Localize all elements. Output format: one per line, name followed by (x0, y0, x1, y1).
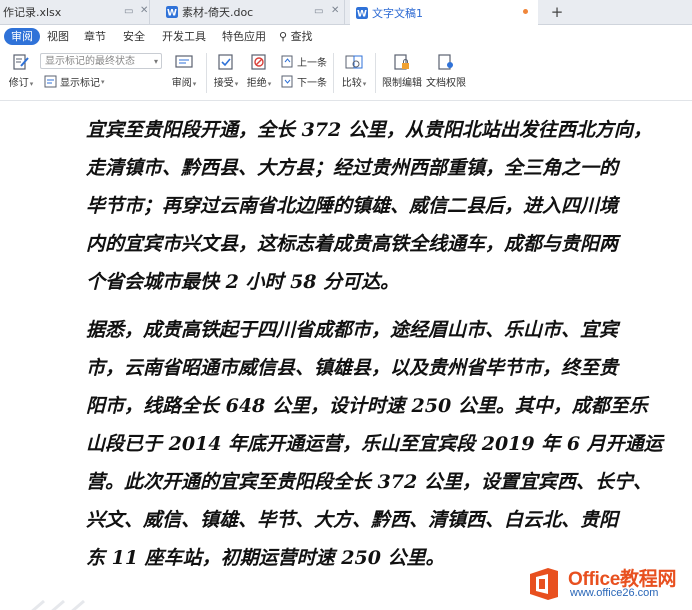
menu-search[interactable]: ⚲ 查找 (279, 28, 313, 45)
text-line: 兴文、威信、镇雄、毕节、大方、黔西、清镇西、白云北、贵阳 (86, 509, 619, 531)
watermark-url: www.office26.com (570, 587, 659, 599)
divider (375, 53, 376, 93)
office-logo-icon (530, 568, 558, 600)
text-line: 据悉，成贵高铁起于四川省成都市，途经眉山市、乐山市、宜宾 (86, 319, 619, 341)
svg-text:W: W (167, 9, 177, 19)
tab-title: 作记录.xlsx (3, 6, 62, 19)
close-icon[interactable]: ✕ (140, 5, 148, 16)
document-permissions-button[interactable]: 文档权限 (425, 53, 467, 89)
menu-security[interactable]: 安全 (123, 28, 145, 45)
menu-chapter[interactable]: 章节 (84, 28, 106, 45)
compare-button[interactable]: 比较▾ (339, 53, 369, 89)
next-icon (281, 75, 293, 88)
text-line: 东 11 座车站，初期运营时速 250 公里。 (86, 547, 445, 569)
track-changes-icon (13, 54, 29, 70)
menu-features[interactable]: 特色应用 (222, 28, 266, 45)
page-edge-decoration (31, 599, 85, 610)
unsaved-dot-icon (523, 9, 528, 14)
previous-change-button[interactable]: 上一条 (281, 54, 327, 69)
text-line: 山段已于 2014 年底开通运营，乐山至宜宾段 2019 年 6 月开通运 (86, 433, 663, 455)
previous-icon (281, 55, 293, 68)
svg-text:W: W (357, 9, 367, 19)
text-line: 毕节市；再穿过云南省北边陲的镇雄、威信二县后，进入四川境 (86, 195, 619, 217)
review-button[interactable]: 审阅▾ (170, 53, 198, 89)
text-line: 内的宜宾市兴文县，这标志着成贵高铁全线通车，成都与贵阳两 (86, 233, 619, 255)
monitor-icon[interactable]: ▭ (124, 6, 133, 17)
search-icon: ⚲ (279, 30, 288, 43)
text-line: 宜宾至贵阳段开通，全长 372 公里，从贵阳北站出发往西北方向， (86, 119, 652, 141)
tab-bar: 作记录.xlsx ▭ ✕ W 素材-倚天.doc ▭ ✕ W 文字文稿1 + (0, 0, 692, 25)
document-paragraph-1[interactable]: 宜宾至贵阳段开通，全长 372 公里，从贵阳北站出发往西北方向， 走清镇市、黔西… (86, 111, 652, 301)
track-changes-button[interactable]: 修订▾ (6, 53, 36, 89)
new-tab-button[interactable]: + (546, 1, 568, 23)
text-line: 走清镇市、黔西县、大方县；经过贵州西部重镇，全三角之一的 (86, 157, 619, 179)
reject-icon (251, 54, 266, 70)
tab-document-active[interactable]: W 文字文稿1 (350, 0, 538, 25)
monitor-icon[interactable]: ▭ (314, 6, 323, 17)
tab-xlsx[interactable]: 作记录.xlsx ▭ ✕ (0, 0, 150, 24)
document-canvas[interactable]: 宜宾至贵阳段开通，全长 372 公里，从贵阳北站出发往西北方向， 走清镇市、黔西… (0, 101, 692, 610)
tab-title: 素材-倚天.doc (182, 6, 254, 19)
next-change-button[interactable]: 下一条 (281, 74, 327, 89)
restrict-editing-icon (394, 54, 409, 70)
text-line: 个省会城市最快 2 小时 58 分可达。 (86, 271, 400, 293)
text-line: 市，云南省昭通市威信县、镇雄县，以及贵州省毕节市，终至贵 (86, 357, 619, 379)
menu-developer[interactable]: 开发工具 (162, 28, 206, 45)
show-markup-icon (44, 75, 57, 88)
restrict-editing-button[interactable]: 限制编辑 (381, 53, 423, 89)
menu-bar: 审阅 视图 章节 安全 开发工具 特色应用 ⚲ 查找 (0, 25, 692, 47)
compare-icon (345, 55, 363, 69)
chevron-down-icon: ▾ (153, 57, 158, 66)
menu-view[interactable]: 视图 (47, 28, 69, 45)
tab-title: 文字文稿1 (372, 6, 423, 20)
watermark: Office教程网 www.office26.com (526, 563, 692, 605)
close-icon[interactable]: ✕ (331, 5, 339, 16)
text-line: 营。此次开通的宜宾至贵阳段全长 372 公里，设置宜宾西、长宁、 (86, 471, 652, 493)
divider (333, 53, 334, 93)
review-icon (175, 55, 193, 68)
display-status-select[interactable]: 显示标记的最终状态 ▾ (40, 53, 162, 69)
writer-doc-icon: W (356, 6, 368, 19)
writer-doc-icon: W (166, 6, 178, 18)
tab-doc[interactable]: W 素材-倚天.doc ▭ ✕ (160, 0, 345, 24)
divider (206, 53, 207, 93)
menu-review[interactable]: 审阅 (4, 28, 40, 45)
show-markup-button[interactable]: 显示标记 ▾ (44, 74, 105, 89)
accept-icon (218, 54, 233, 70)
document-permissions-icon (438, 54, 453, 70)
accept-button[interactable]: 接受▾ (211, 53, 241, 89)
document-paragraph-2[interactable]: 据悉，成贵高铁起于四川省成都市，途经眉山市、乐山市、宜宾 市，云南省昭通市威信县… (86, 311, 663, 577)
reject-button[interactable]: 拒绝▾ (244, 53, 274, 89)
review-toolbar: 修订▾ 显示标记的最终状态 ▾ 显示标记 ▾ 审阅▾ 接受▾ 拒绝▾ 上一条 下一… (0, 47, 692, 101)
text-line: 阳市，线路全长 648 公里，设计时速 250 公里。其中，成都至乐 (86, 395, 648, 417)
